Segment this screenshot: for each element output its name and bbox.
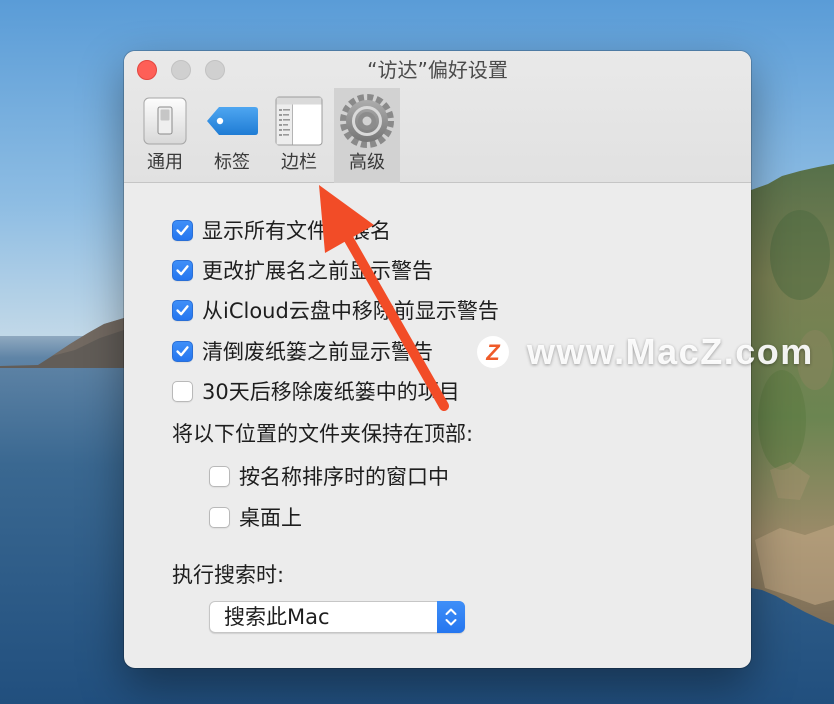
tag-icon <box>199 92 265 150</box>
checkmark-icon <box>176 224 189 235</box>
search-scope-popup[interactable]: 搜索此Mac <box>209 601 465 633</box>
option-label: 更改扩展名之前显示警告 <box>202 259 433 283</box>
option-folders-top-on-desktop[interactable]: 桌面上 <box>209 504 302 530</box>
checkbox[interactable] <box>172 380 193 402</box>
option-label: 按名称排序时的窗口中 <box>239 465 449 489</box>
tab-label: 通用 <box>147 152 183 173</box>
keep-folders-on-top-label: 将以下位置的文件夹保持在顶部: <box>172 422 474 446</box>
search-scope-value: 搜索此Mac <box>224 605 330 629</box>
light-switch-icon <box>132 92 198 150</box>
option-label: 从iCloud云盘中移除前显示警告 <box>202 299 499 323</box>
tab-label: 高级 <box>349 152 385 173</box>
option-folders-top-in-windows[interactable]: 按名称排序时的窗口中 <box>209 463 449 489</box>
option-label: 清倒废纸篓之前显示警告 <box>202 340 433 364</box>
option-label: 桌面上 <box>239 506 302 530</box>
search-scope-label: 执行搜索时: <box>172 563 285 587</box>
window-title: “访达”偏好设置 <box>367 58 508 82</box>
tab-sidebar[interactable]: 边栏 <box>266 88 332 183</box>
option-show-extensions[interactable]: 显示所有文件扩展名 <box>172 217 391 243</box>
checkmark-icon <box>176 264 189 275</box>
checkmark-icon <box>176 304 189 315</box>
checkbox[interactable] <box>172 299 193 321</box>
tab-label: 标签 <box>214 152 250 173</box>
checkbox[interactable] <box>209 506 230 528</box>
logo-letter: Z <box>485 340 501 365</box>
option-label: 显示所有文件扩展名 <box>202 219 391 243</box>
checkbox[interactable] <box>209 465 230 487</box>
option-warn-empty-trash[interactable]: 清倒废纸篓之前显示警告 <box>172 338 433 364</box>
tab-advanced[interactable]: 高级 <box>334 88 400 183</box>
option-remove-trash-30-days[interactable]: 30天后移除废纸篓中的项目 <box>172 378 460 404</box>
sidebar-icon <box>266 92 332 150</box>
tab-label: 边栏 <box>281 152 317 173</box>
option-label: 30天后移除废纸篓中的项目 <box>202 380 460 404</box>
checkmark-icon <box>176 345 189 356</box>
macz-logo-icon: Z <box>477 336 509 368</box>
tab-general[interactable]: 通用 <box>132 88 198 183</box>
checkbox[interactable] <box>172 219 193 241</box>
checkbox[interactable] <box>172 259 193 281</box>
checkbox[interactable] <box>172 340 193 362</box>
titlebar-toolbar: “访达”偏好设置 通用 标签 边栏 高级 <box>124 51 751 183</box>
watermark-text: www.MacZ.com <box>527 331 814 372</box>
option-warn-icloud-remove[interactable]: 从iCloud云盘中移除前显示警告 <box>172 297 499 323</box>
chevron-up-down-icon[interactable] <box>437 601 465 633</box>
option-warn-extension-change[interactable]: 更改扩展名之前显示警告 <box>172 257 433 283</box>
gear-icon <box>334 92 400 150</box>
tab-tags[interactable]: 标签 <box>199 88 265 183</box>
